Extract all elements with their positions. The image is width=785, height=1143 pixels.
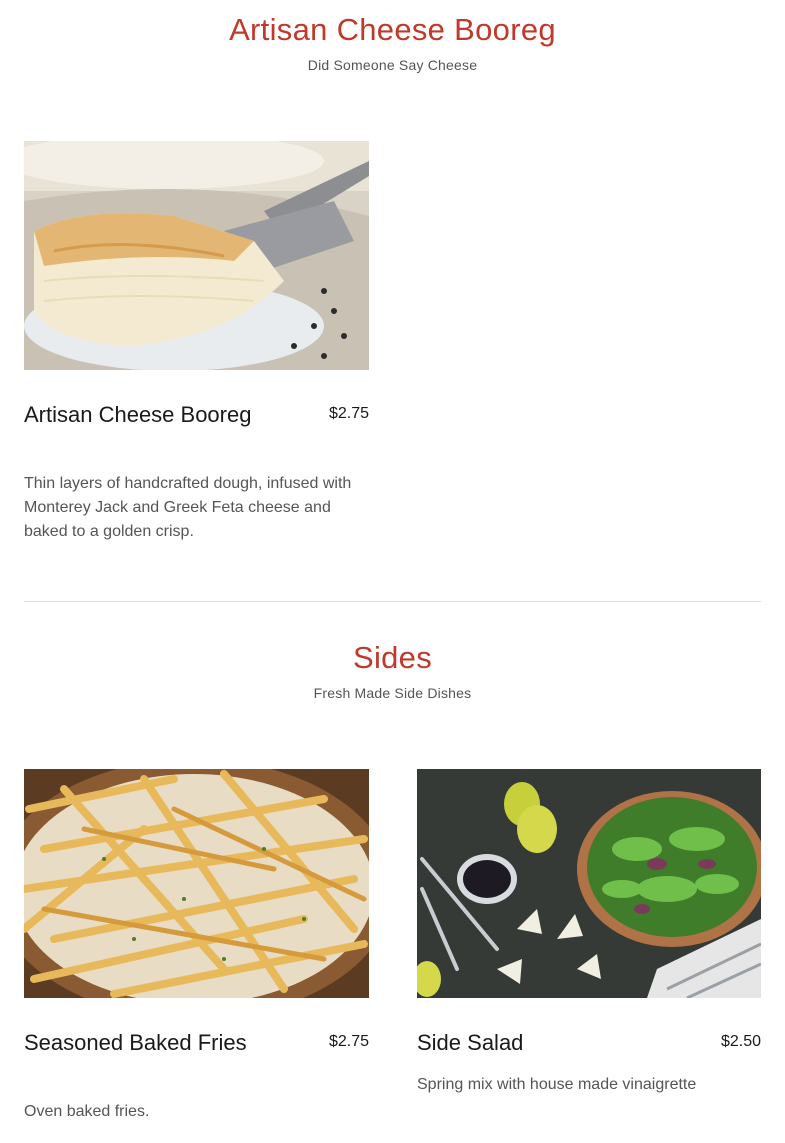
section-title-booreg: Artisan Cheese Booreg — [229, 12, 556, 47]
item-price-side-salad: $2.50 — [720, 1033, 761, 1050]
side-salad-photo — [417, 769, 761, 998]
item-description-side-salad: Spring mix with house made vinaigrette — [417, 1076, 697, 1093]
cheese-booreg-photo — [24, 141, 369, 370]
side-salad-image[interactable] — [417, 769, 761, 998]
item-price-cheese-booreg: $2.75 — [328, 405, 369, 422]
section-subtitle-booreg: Did Someone Say Cheese — [307, 57, 478, 73]
item-name-baked-fries[interactable]: Seasoned Baked Fries — [24, 1029, 264, 1057]
section-title-sides: Sides — [352, 640, 433, 675]
item-name-side-salad[interactable]: Side Salad — [417, 1029, 657, 1057]
section-divider — [24, 601, 761, 602]
cheese-booreg-image[interactable] — [24, 141, 369, 370]
baked-fries-photo — [24, 769, 369, 998]
item-description-baked-fries: Oven baked fries. — [24, 1103, 150, 1120]
item-name-cheese-booreg[interactable]: Artisan Cheese Booreg — [24, 401, 264, 429]
item-price-baked-fries: $2.75 — [328, 1033, 369, 1050]
baked-fries-image[interactable] — [24, 769, 369, 998]
item-description-cheese-booreg: Thin layers of handcrafted dough, infuse… — [24, 475, 352, 540]
section-subtitle-sides: Fresh Made Side Dishes — [313, 685, 472, 701]
